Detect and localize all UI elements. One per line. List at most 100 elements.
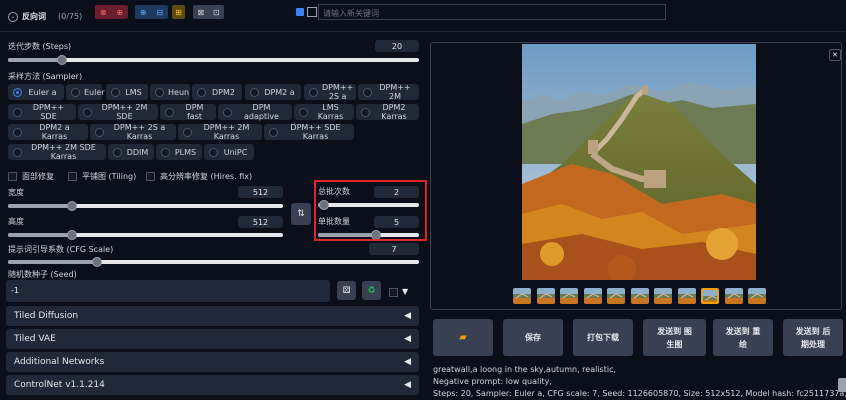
paste-prompt-button[interactable]: ⊕ ⊟	[135, 5, 168, 19]
sampler-option[interactable]: LMS	[106, 84, 148, 100]
accordion-label: Tiled VAE	[14, 334, 56, 344]
sampler-option-label: DPM++ 2M SDE	[101, 103, 148, 121]
sampler-option[interactable]: DPM++ SDE	[8, 103, 76, 121]
clear-prompt-button[interactable]: ⊗ ⊕	[95, 5, 128, 19]
send-to-img2img-button[interactable]: 发送到 图 生图	[643, 319, 706, 356]
close-icon[interactable]: ✕	[829, 49, 841, 61]
sampler-option-label: DPM++ SDE Karras	[290, 123, 341, 141]
height-input[interactable]: 512	[238, 216, 283, 228]
keyword-search-input[interactable]: 请输入新关键词	[318, 4, 666, 20]
radio-icon	[13, 147, 22, 157]
send-to-extras-button[interactable]: 发送到 后 期处理	[783, 319, 843, 356]
cfg-handle[interactable]	[92, 257, 102, 267]
accordion-label: ControlNet v1.1.214	[14, 380, 105, 390]
sampler-option[interactable]: Euler	[66, 84, 105, 100]
gallery-thumbnail[interactable]	[583, 288, 602, 304]
triangle-left-icon: ◀	[404, 334, 411, 344]
sampler-option-label: DPM++ 2M	[379, 83, 411, 101]
gallery-thumbnail[interactable]	[654, 288, 672, 304]
zip-download-button[interactable]: 打包下载	[573, 319, 633, 356]
sampler-option[interactable]: DPM++ 2M SDE Karras	[8, 143, 106, 161]
cfg-slider[interactable]	[8, 257, 419, 267]
height-label: 高度	[8, 217, 24, 226]
sampler-option[interactable]: DPM2 a Karras	[8, 123, 88, 141]
hires-fix-checkbox[interactable]: 高分辨率修复 (Hires. fix)	[146, 171, 252, 182]
accordion-tiled-diffusion[interactable]: Tiled Diffusion ◀	[6, 306, 419, 326]
width-handle[interactable]	[67, 201, 77, 211]
swap-dimensions-button[interactable]: ⇅	[291, 203, 311, 225]
panel-icon[interactable]	[307, 7, 317, 17]
radio-icon	[13, 107, 22, 117]
gallery-thumbnail[interactable]	[630, 288, 649, 304]
gallery-thumbnail[interactable]	[536, 288, 555, 304]
translate-button[interactable]: ⊠ ⊡	[193, 5, 224, 19]
tiling-label: 平铺图 (Tiling)	[82, 172, 137, 181]
paste-icon: ⊕	[139, 7, 147, 17]
steps-input[interactable]: 20	[375, 40, 419, 52]
radio-icon	[363, 87, 372, 97]
steps-handle[interactable]	[57, 55, 67, 65]
open-folder-button[interactable]: ▰	[433, 319, 493, 356]
gallery-thumbnail[interactable]	[607, 288, 625, 304]
tiling-checkbox[interactable]: 平铺图 (Tiling)	[68, 171, 136, 182]
sampler-option[interactable]: PLMS	[156, 144, 202, 160]
sampler-option[interactable]: DPM++ 2M Karras	[178, 123, 262, 141]
random-seed-button[interactable]: ⚄	[337, 281, 356, 300]
radio-icon	[250, 87, 259, 97]
width-slider[interactable]	[8, 201, 283, 211]
sampler-option[interactable]: DPM2 Karras	[356, 103, 419, 121]
sampler-option[interactable]: DPM++ 2S a	[304, 83, 356, 101]
radio-icon	[309, 87, 318, 97]
accordion-tiled-vae[interactable]: Tiled VAE ◀	[6, 329, 419, 349]
height-slider[interactable]	[8, 230, 283, 240]
cfg-label: 提示词引导系数 (CFG Scale)	[8, 245, 114, 254]
sampler-option[interactable]: LMS Karras	[294, 103, 354, 121]
extra-seed-toggle[interactable]: ▼	[402, 287, 408, 296]
cfg-input[interactable]: 7	[369, 243, 419, 255]
sampler-option[interactable]: DPM2	[192, 84, 242, 100]
sampler-option[interactable]: DPM++ 2M SDE	[78, 103, 158, 121]
accordion-label: Tiled Diffusion	[14, 311, 79, 321]
scroll-tab[interactable]	[838, 378, 846, 392]
accordion-additional-networks[interactable]: Additional Networks ◀	[6, 352, 419, 372]
radio-icon	[95, 127, 104, 137]
negative-prompt-toggle[interactable]: ⌄ 反向词 (0/75)	[8, 11, 82, 22]
reuse-seed-button[interactable]: ♻	[362, 281, 381, 300]
send-to-inpaint-button[interactable]: 发送到 重 绘	[713, 319, 773, 356]
radio-icon	[71, 87, 80, 97]
history-icon: ⊞	[175, 7, 182, 17]
extra-seed-checkbox[interactable]	[389, 288, 398, 297]
restore-faces-checkbox[interactable]: 面部修复	[8, 171, 54, 182]
history-button[interactable]: ⊞	[172, 5, 185, 19]
width-fill	[8, 204, 72, 208]
sampler-option[interactable]: DPM++ 2M	[358, 83, 419, 101]
gallery-thumbnail[interactable]	[560, 288, 578, 304]
height-handle[interactable]	[67, 230, 77, 240]
sampler-option-label: LMS	[125, 87, 142, 97]
gallery-thumbnail[interactable]	[724, 288, 743, 304]
sampler-option[interactable]: UniPC	[204, 144, 254, 160]
keyword-checkbox[interactable]	[296, 8, 304, 16]
radio-icon	[165, 107, 174, 117]
gallery-thumbnail[interactable]	[513, 288, 531, 304]
sampler-option[interactable]: DDIM	[108, 144, 154, 160]
sampler-option[interactable]: DPM2 a	[245, 84, 301, 100]
save-button[interactable]: 保存	[503, 319, 563, 356]
gallery-thumbnail[interactable]	[677, 288, 696, 304]
sampler-option-label: LMS Karras	[317, 103, 344, 121]
accordion-controlnet[interactable]: ControlNet v1.1.214 ◀	[6, 375, 419, 395]
sampler-option[interactable]: DPM adaptive	[218, 103, 292, 121]
sampler-option[interactable]: DPM++ 2S a Karras	[90, 123, 176, 141]
width-input[interactable]: 512	[238, 186, 283, 198]
sampler-option[interactable]: Euler a	[8, 84, 64, 100]
seed-input[interactable]: -1	[6, 280, 330, 302]
height-fill	[8, 233, 72, 237]
steps-slider[interactable]	[8, 55, 419, 65]
sampler-option[interactable]: DPM fast	[160, 103, 216, 121]
sampler-option[interactable]: Heun	[150, 84, 190, 100]
sampler-option[interactable]: DPM++ SDE Karras	[264, 123, 354, 141]
negative-prompt-title: 反向词	[22, 12, 46, 21]
gallery-thumbnail[interactable]	[748, 288, 766, 304]
gallery-thumbnail[interactable]	[701, 288, 719, 304]
generated-image[interactable]	[522, 44, 756, 280]
